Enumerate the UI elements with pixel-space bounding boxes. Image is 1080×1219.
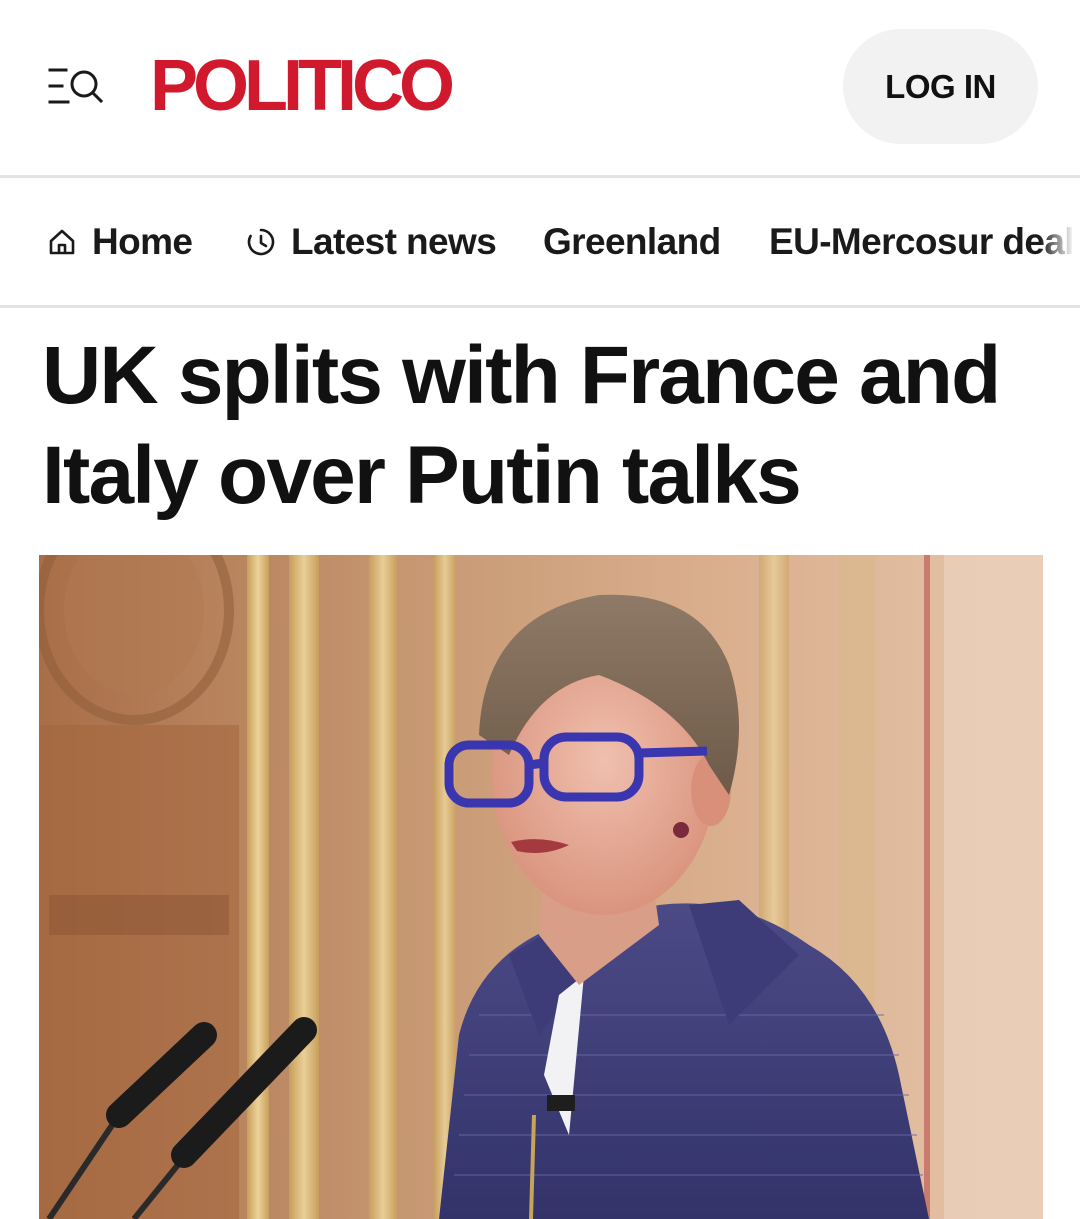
- article-headline[interactable]: UK splits with France and Italy over Put…: [42, 326, 1052, 526]
- nav-scroll-fade: [1040, 178, 1080, 305]
- nav-item-label: Greenland: [543, 220, 721, 262]
- nav-item-greenland[interactable]: Greenland: [543, 178, 721, 305]
- home-icon: [46, 226, 78, 258]
- nav-item-latest-news[interactable]: Latest news: [245, 178, 497, 305]
- site-header: POLITICO LOG IN: [0, 0, 1080, 176]
- nav-item-eu-mercosur[interactable]: EU-Mercosur deal: [769, 178, 1075, 305]
- hero-photo: [39, 555, 1043, 1219]
- page: POLITICO LOG IN Home Latest news Greenla…: [0, 0, 1080, 1219]
- menu-search-icon: [48, 68, 104, 104]
- nav-item-label: Latest news: [291, 220, 497, 262]
- menu-search-button[interactable]: [44, 62, 106, 110]
- politico-logo[interactable]: POLITICO: [150, 46, 455, 126]
- clock-icon: [245, 226, 277, 258]
- nav-item-home[interactable]: Home: [46, 178, 193, 305]
- hero-image[interactable]: [39, 555, 1043, 1219]
- nav-item-label: Home: [92, 220, 193, 262]
- nav-item-label: EU-Mercosur deal: [769, 220, 1075, 262]
- login-button[interactable]: LOG IN: [843, 29, 1038, 144]
- section-nav: Home Latest news Greenland EU-Mercosur d…: [0, 178, 1080, 305]
- nav-divider: [0, 305, 1080, 308]
